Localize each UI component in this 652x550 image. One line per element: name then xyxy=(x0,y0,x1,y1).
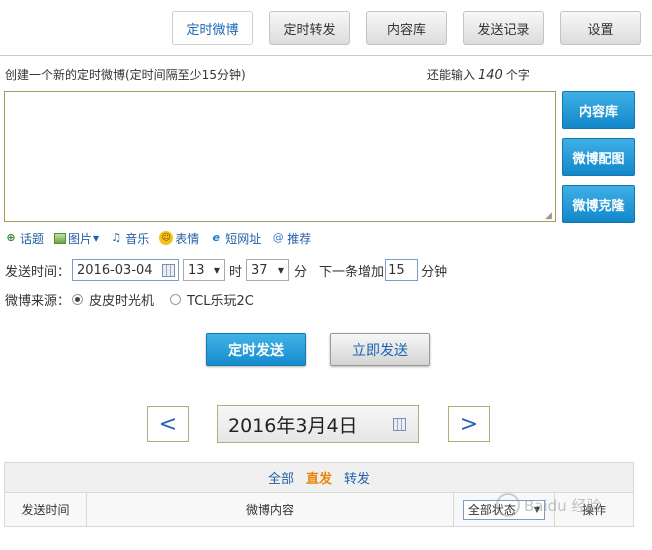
schedule-row: 发送时间： 2016-03-04 13 ▼ 时 37 ▼ 分 下一条增加 15 分钟 xyxy=(5,259,447,281)
scheduled-send-button[interactable]: 定时发送 xyxy=(206,333,306,366)
weibo-content-textarea[interactable] xyxy=(4,91,556,222)
hour-select[interactable]: 13 ▼ xyxy=(183,259,226,281)
calendar-icon[interactable] xyxy=(162,263,176,277)
source-radio-tcl[interactable] xyxy=(170,294,182,305)
short-url-icon: e xyxy=(212,231,220,244)
increment-input[interactable]: 15 xyxy=(385,259,419,281)
source-option-tcl[interactable]: TCL乐玩2C xyxy=(187,290,254,309)
calendar-icon[interactable] xyxy=(393,418,406,431)
topic-label: 话题 xyxy=(20,231,45,246)
minute-select[interactable]: 37 ▼ xyxy=(246,259,290,281)
recommend-label: 推荐 xyxy=(287,231,312,246)
composer-toolbar: ⊕ 话题 图片 ▼ ♫ 音乐 ☺ 表情 e 短网址 @ 推荐 xyxy=(4,229,321,247)
short-url-label: 短网址 xyxy=(225,231,262,246)
next-date-button[interactable]: > xyxy=(448,406,490,442)
emoji-label: 表情 xyxy=(175,231,200,246)
increment-unit: 分钟 xyxy=(421,264,448,280)
image-label: 图片 xyxy=(68,231,93,246)
date-input[interactable]: 2016-03-04 xyxy=(72,259,180,281)
filter-all[interactable]: 全部 xyxy=(268,468,294,487)
topic-tool[interactable]: ⊕ 话题 xyxy=(4,230,44,247)
tab-scheduled-repost[interactable]: 定时转发 xyxy=(269,11,350,45)
source-row: 微博来源： 皮皮时光机 TCL乐玩2C xyxy=(5,290,254,309)
resize-grip-icon[interactable]: ◢ xyxy=(545,211,555,221)
tab-settings[interactable]: 设置 xyxy=(560,11,641,45)
music-icon: ♫ xyxy=(111,231,122,244)
watermark-text: Baidu 经验 xyxy=(524,496,602,515)
music-label: 音乐 xyxy=(125,231,150,246)
top-tab-bar: 定时微博 定时转发 内容库 发送记录 设置 xyxy=(0,0,652,56)
send-time-label: 发送时间： xyxy=(5,264,71,280)
minute-value: 37 xyxy=(251,262,268,278)
date-value: 2016-03-04 xyxy=(77,262,153,278)
watermark: Baidu 经验 xyxy=(496,485,636,525)
hour-unit: 时 xyxy=(229,264,243,280)
chevron-down-icon: ▼ xyxy=(277,265,285,275)
current-date: 2016年3月4日 xyxy=(228,414,358,437)
prev-date-button[interactable]: < xyxy=(147,406,189,442)
next-increment-label: 下一条增加 xyxy=(319,264,385,280)
char-counter: 还能输入 140 个字 xyxy=(427,66,530,83)
topic-icon: ⊕ xyxy=(6,231,16,244)
source-radio-pipi[interactable] xyxy=(72,294,84,305)
at-icon: @ xyxy=(272,231,284,244)
chevron-down-icon: ▼ xyxy=(213,265,221,275)
increment-value: 15 xyxy=(388,262,405,278)
source-option-pipi[interactable]: 皮皮时光机 xyxy=(89,290,154,309)
image-icon xyxy=(54,232,67,244)
col-content: 微博内容 xyxy=(87,493,454,526)
emoji-icon: ☺ xyxy=(159,231,174,245)
chevron-down-icon: ▼ xyxy=(93,233,100,243)
char-counter-suffix: 个字 xyxy=(505,68,530,82)
date-display[interactable]: 2016年3月4日 xyxy=(217,405,419,443)
minute-unit: 分 xyxy=(294,264,308,280)
content-library-button[interactable]: 内容库 xyxy=(562,91,635,129)
tab-content-library[interactable]: 内容库 xyxy=(366,11,447,45)
recommend-tool[interactable]: @ 推荐 xyxy=(271,230,312,247)
source-label: 微博来源： xyxy=(5,294,71,309)
send-now-button[interactable]: 立即发送 xyxy=(330,333,430,366)
tab-send-records[interactable]: 发送记录 xyxy=(463,11,544,45)
weibo-clone-button[interactable]: 微博克隆 xyxy=(562,185,635,223)
weibo-image-button[interactable]: 微博配图 xyxy=(562,138,635,176)
paw-logo-icon xyxy=(496,493,520,517)
emoji-tool[interactable]: ☺ 表情 xyxy=(159,230,199,247)
composer-hint: 创建一个新的定时微博(定时间隔至少15分钟) xyxy=(5,68,246,82)
hour-value: 13 xyxy=(188,262,205,278)
char-counter-prefix: 还能输入 xyxy=(427,68,476,82)
col-send-time: 发送时间 xyxy=(5,493,87,526)
filter-repost[interactable]: 转发 xyxy=(344,468,370,487)
short-url-tool[interactable]: e 短网址 xyxy=(209,230,261,247)
image-tool[interactable]: 图片 ▼ xyxy=(54,230,99,247)
char-counter-number: 140 xyxy=(478,68,503,83)
tab-scheduled-weibo[interactable]: 定时微博 xyxy=(172,11,253,45)
music-tool[interactable]: ♫ 音乐 xyxy=(109,230,149,247)
filter-direct[interactable]: 直发 xyxy=(306,468,332,487)
